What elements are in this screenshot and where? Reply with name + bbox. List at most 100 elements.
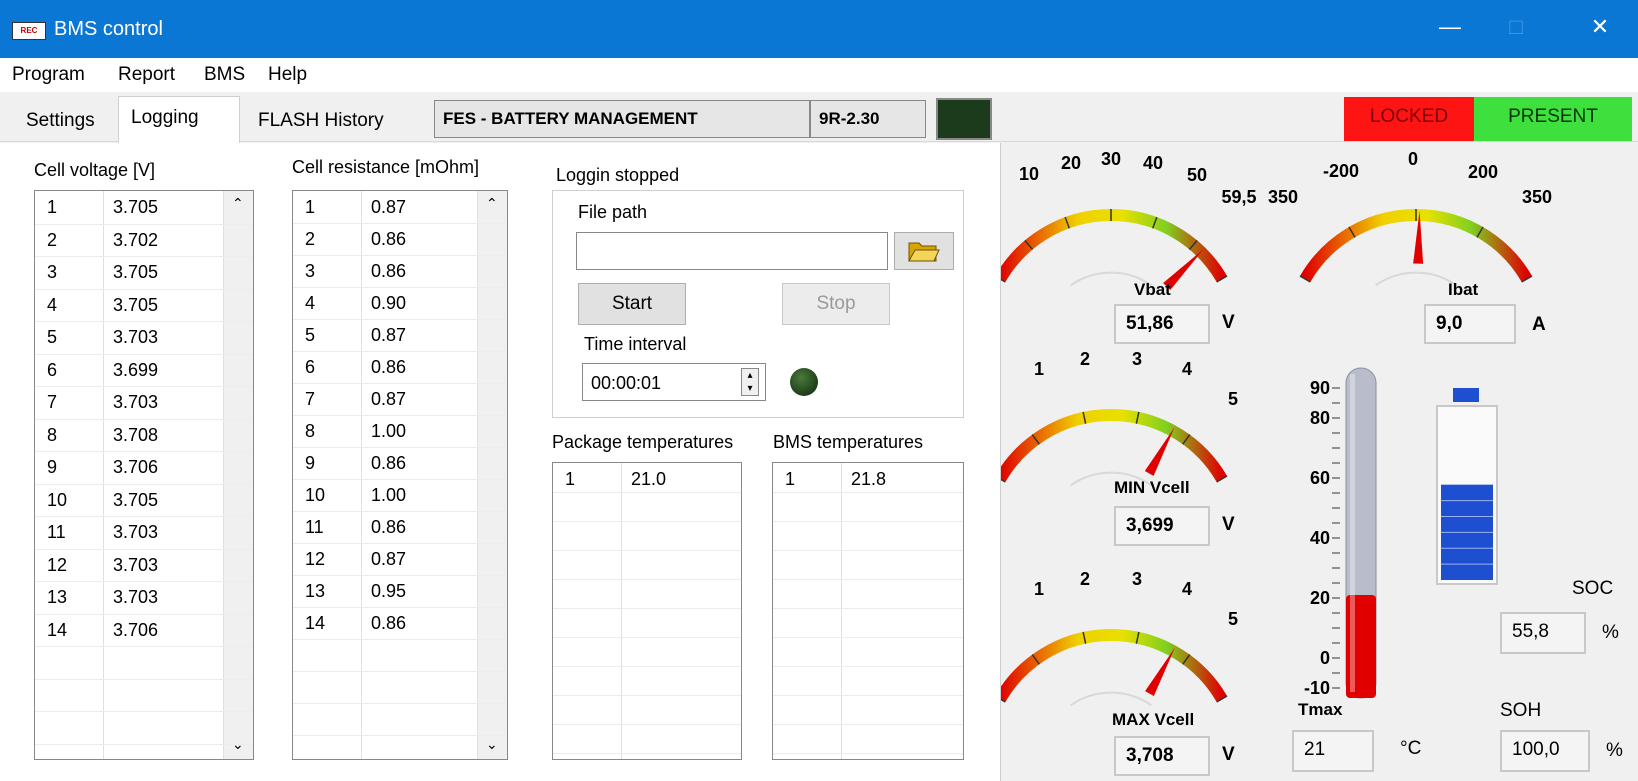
cell-resistance-row[interactable]: 4 0.90 [293, 287, 507, 319]
max-vcell-gauge-tick-label: 5 [1228, 609, 1238, 629]
cell-resistance-row[interactable]: 10 1.00 [293, 479, 507, 511]
cell-voltage-index: 14 [47, 619, 68, 640]
soh-value: 100,0 [1500, 730, 1590, 772]
cell-voltage-value: 3.703 [113, 327, 159, 347]
scroll-down-icon[interactable]: ⌄ [232, 736, 244, 753]
cell-voltage-row[interactable]: 5 3.703 [35, 321, 253, 353]
cell-resistance-list[interactable]: ⌃ ⌄ 1 0.87 2 0.86 3 0.86 4 0.90 5 0.87 6 0.86 7 0.87 8… [292, 190, 508, 760]
maximize-icon[interactable]: □ [1496, 14, 1536, 40]
ibat-gauge-tick-label: -200 [1323, 161, 1359, 181]
present-indicator: PRESENT [1474, 97, 1632, 141]
bms-temperature-row[interactable]: 1 21.8 [773, 463, 963, 495]
cell-resistance-row[interactable]: 6 0.86 [293, 351, 507, 383]
time-interval-spinner[interactable]: ▴ ▾ [741, 368, 759, 396]
cell-resistance-row[interactable]: 8 1.00 [293, 415, 507, 447]
vbat-gauge-tick-label: 30 [1101, 149, 1121, 169]
connection-indicator [936, 98, 992, 140]
menu-help[interactable]: Help [268, 64, 307, 86]
ibat-value: 9,0 [1424, 304, 1516, 344]
package-temperature-row[interactable]: 1 21.0 [553, 463, 741, 495]
cell-resistance-index: 5 [305, 325, 316, 345]
cell-voltage-row[interactable]: 12 3.703 [35, 549, 253, 581]
ibat-gauge-tick-label: 350 [1268, 187, 1298, 207]
cell-resistance-value: 0.87 [371, 549, 407, 569]
cell-resistance-index: 8 [305, 421, 316, 441]
bms-temperatures-list[interactable]: 1 21.8 [772, 462, 964, 760]
cell-resistance-index: 1 [305, 197, 316, 217]
cell-resistance-row[interactable]: 5 0.87 [293, 319, 507, 351]
locked-indicator: LOCKED [1344, 97, 1474, 141]
cell-voltage-row[interactable]: 9 3.706 [35, 451, 253, 483]
soc-battery-cap [1453, 388, 1479, 402]
menu-bar [0, 58, 1638, 92]
scroll-down-icon[interactable]: ⌄ [486, 736, 498, 753]
tab-settings[interactable]: Settings [14, 100, 107, 142]
vbat-gauge-tick-label: 59,5 [1221, 187, 1256, 207]
min-vcell-unit: V [1222, 514, 1235, 535]
cell-voltage-row[interactable]: 11 3.703 [35, 516, 253, 548]
min-vcell-gauge-tick-label: 4 [1182, 359, 1192, 379]
cell-voltage-row[interactable]: 13 3.703 [35, 581, 253, 613]
cell-resistance-row[interactable]: 11 0.86 [293, 511, 507, 543]
ibat-unit: A [1532, 314, 1546, 335]
cell-resistance-row[interactable]: 12 0.87 [293, 543, 507, 575]
cell-voltage-row[interactable]: 8 3.708 [35, 419, 253, 451]
close-icon[interactable]: ✕ [1580, 14, 1620, 40]
cell-resistance-row[interactable]: 14 0.86 [293, 607, 507, 639]
tmax-label: Tmax [1298, 700, 1343, 719]
cell-resistance-row[interactable]: 1 0.87 [293, 191, 507, 223]
cell-voltage-index: 1 [47, 197, 58, 217]
menu-program[interactable]: Program [12, 64, 85, 86]
cell-resistance-value: 0.86 [371, 229, 407, 249]
cell-voltage-row[interactable]: 1 3.705 [35, 191, 253, 223]
cell-resistance-row[interactable]: 7 0.87 [293, 383, 507, 415]
cell-voltage-index: 12 [47, 554, 68, 575]
file-path-input[interactable] [576, 232, 888, 270]
stop-button[interactable]: Stop [782, 283, 890, 325]
cell-resistance-row[interactable]: 3 0.86 [293, 255, 507, 287]
ibat-gauge-inner-arc [1375, 271, 1457, 287]
menu-report[interactable]: Report [118, 64, 175, 86]
vbat-gauge-tick-label: 40 [1143, 153, 1163, 173]
cell-voltage-row[interactable]: 14 3.706 [35, 614, 253, 646]
vbat-unit: V [1222, 312, 1235, 333]
cell-voltage-row[interactable]: 6 3.699 [35, 354, 253, 386]
vbat-label: Vbat [1134, 280, 1171, 299]
cell-resistance-row[interactable]: 2 0.86 [293, 223, 507, 255]
cell-resistance-index: 13 [305, 581, 326, 601]
tmax-unit: °C [1400, 738, 1422, 759]
time-interval-input[interactable]: 00:00:01 ▴ ▾ [582, 363, 766, 401]
cell-voltage-value: 3.699 [113, 359, 159, 380]
cell-voltage-row[interactable]: 2 3.702 [35, 224, 253, 256]
logging-led [790, 368, 818, 396]
max-vcell-gauge-needle [1145, 647, 1175, 697]
cell-voltage-row[interactable]: 10 3.705 [35, 484, 253, 516]
cell-voltage-row[interactable]: 4 3.705 [35, 289, 253, 321]
file-path-label: File path [578, 202, 648, 222]
instrument-panel: 0102030405059,5350-200020035001234501234… [1000, 143, 1638, 781]
menu-bms[interactable]: BMS [204, 64, 245, 86]
minimize-icon[interactable]: — [1430, 14, 1470, 40]
cell-voltage-row[interactable]: 7 3.703 [35, 386, 253, 418]
browse-button[interactable] [894, 232, 954, 270]
min-vcell-gauge-tick-label: 3 [1132, 349, 1142, 369]
cell-resistance-row[interactable]: 9 0.86 [293, 447, 507, 479]
tab-flash-history[interactable]: FLASH History [246, 100, 396, 142]
cell-voltage-value: 3.705 [113, 262, 159, 282]
time-interval-label: Time interval [584, 334, 687, 354]
vbat-value: 51,86 [1114, 304, 1210, 344]
cell-voltage-list[interactable]: ⌃ ⌄ 13.70523.70233.70543.70553.70363.699… [34, 190, 254, 760]
min-vcell-gauge-tick-label: 1 [1034, 359, 1044, 379]
soc-unit: % [1602, 622, 1619, 643]
package-temperatures-list[interactable]: 1 21.0 [552, 462, 742, 760]
cell-voltage-row[interactable]: 3 3.705 [35, 256, 253, 288]
tab-logging[interactable]: Logging [118, 96, 240, 143]
cell-voltage-index: 13 [47, 587, 68, 607]
cell-voltage-index: 10 [47, 489, 68, 510]
vbat-gauge-tick-label: 20 [1061, 153, 1081, 173]
thermometer-tick-label: 20 [1310, 588, 1330, 608]
start-button[interactable]: Start [578, 283, 686, 325]
cell-resistance-row[interactable]: 13 0.95 [293, 575, 507, 607]
gauges-canvas: 0102030405059,5350-200020035001234501234… [1001, 149, 1552, 707]
cell-resistance-index: 7 [305, 389, 316, 409]
